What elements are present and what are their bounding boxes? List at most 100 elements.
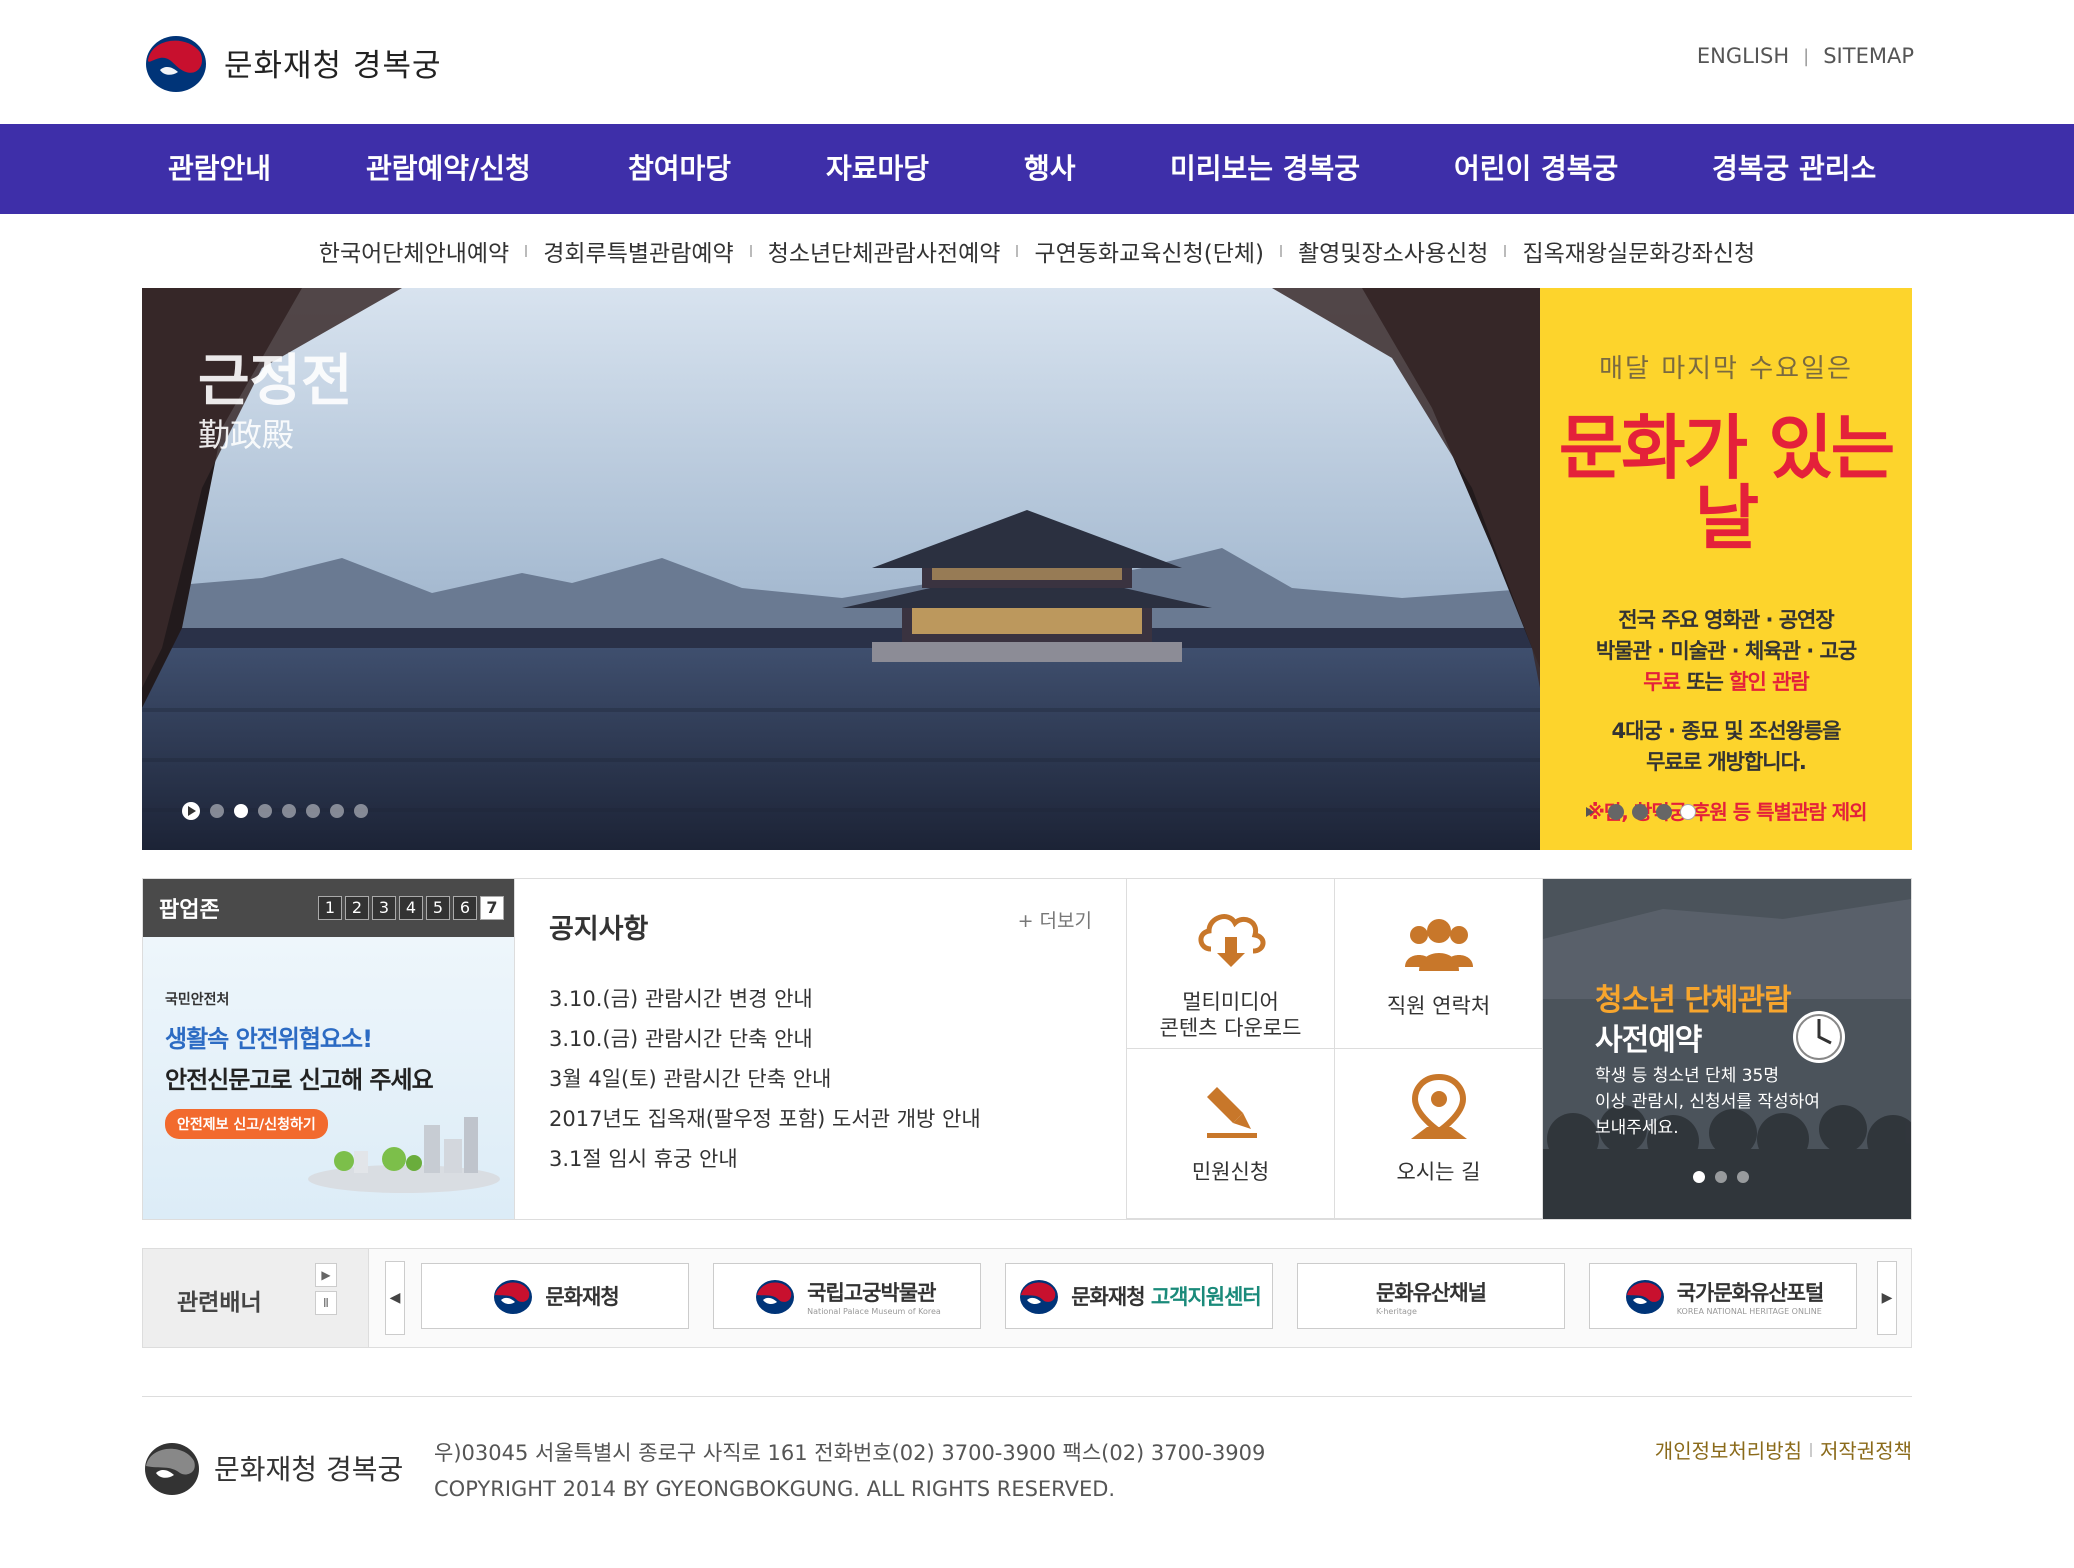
play-icon[interactable] — [1586, 807, 1594, 817]
more-link[interactable]: + 더보기 — [1018, 906, 1092, 933]
banner-free: 무료 — [1643, 670, 1681, 694]
sitemap-link[interactable]: SITEMAP — [1823, 44, 1914, 68]
banner-line: 전국 주요 영화관 · 공연장 — [1618, 608, 1834, 632]
divider — [1810, 1442, 1812, 1457]
youth-title: 청소년 단체관람 — [1595, 983, 1792, 1018]
related-banner-portal[interactable]: 국가문화유산포털 KOREA NATIONAL HERITAGE ONLINE — [1589, 1263, 1857, 1329]
english-link[interactable]: ENGLISH — [1697, 44, 1789, 68]
divider — [749, 245, 752, 257]
popup-pager: 1 2 3 4 5 6 7 — [318, 896, 504, 920]
banner-dot[interactable] — [1632, 804, 1648, 820]
gnb-item-preview[interactable]: 미리보는 경복궁 — [1170, 124, 1360, 214]
sub-navigation: 한국어단체안내예약 경회루특별관람예약 청소년단체관람사전예약 구연동화교육신청… — [0, 214, 2074, 288]
notice-item[interactable]: 3월 4일(토) 관람시간 단축 안내 — [549, 1059, 1092, 1099]
popup-page-button[interactable]: 6 — [453, 896, 477, 920]
slide-dot[interactable] — [354, 804, 368, 818]
notice-board: 공지사항 + 더보기 3.10.(금) 관람시간 변경 안내 3.10.(금) … — [515, 879, 1127, 1219]
sub-menu-item[interactable]: 한국어단체안내예약 — [319, 234, 509, 268]
multimedia-download-link[interactable]: 멀티미디어 콘텐츠 다운로드 — [1127, 879, 1335, 1049]
divider — [525, 245, 528, 257]
slide-dot-active[interactable] — [1693, 1171, 1705, 1183]
logo-text: 문화재청 경복궁 — [224, 47, 442, 84]
culture-day-banner[interactable]: 매달 마지막 수요일은 문화가 있는 날 전국 주요 영화관 · 공연장 박물관… — [1540, 288, 1912, 850]
gnb-item-guide[interactable]: 관람안내 — [168, 124, 271, 214]
sub-menu-item[interactable]: 집옥재왕실문화강좌신청 — [1488, 234, 1755, 268]
gnb-item-resources[interactable]: 자료마당 — [826, 124, 929, 214]
youth-subtitle: 사전예약 — [1595, 1023, 1702, 1058]
youth-description: 학생 등 청소년 단체 35명 이상 관람시, 신청서를 작성하여 보내주세요. — [1595, 1063, 1820, 1141]
related-banner-name: 국가문화유산포털 KOREA NATIONAL HERITAGE ONLINE — [1676, 1277, 1825, 1316]
banner-line: 무료로 개방합니다. — [1646, 750, 1807, 774]
notice-item[interactable]: 2017년도 집옥재(팔우정 포함) 도서관 개방 안내 — [549, 1099, 1092, 1139]
related-banner-sub: KOREA NATIONAL HERITAGE ONLINE — [1676, 1306, 1822, 1316]
slide-controls — [182, 802, 368, 820]
slide-dot[interactable] — [258, 804, 272, 818]
related-banner-museum[interactable]: 국립고궁박물관 National Palace Museum of Korea — [713, 1263, 981, 1329]
related-banner-name: 문화재청 — [545, 1285, 619, 1309]
popup-page-button[interactable]: 5 — [426, 896, 450, 920]
related-title: 관련배너 — [177, 1290, 262, 1316]
privacy-policy-link[interactable]: 개인정보처리방침 — [1655, 1435, 1802, 1464]
slide-dot[interactable] — [282, 804, 296, 818]
slide-dot-active[interactable] — [234, 804, 248, 818]
sub-menu-item[interactable]: 경회루특별관람예약 — [509, 234, 734, 268]
banner-dot[interactable] — [1656, 804, 1672, 820]
popup-page-button-active[interactable]: 7 — [480, 896, 504, 920]
popup-page-button[interactable]: 3 — [372, 896, 396, 920]
sub-menu-item[interactable]: 촬영및장소사용신청 — [1264, 234, 1488, 268]
slide-dot[interactable] — [306, 804, 320, 818]
banner-dot[interactable] — [1680, 804, 1696, 820]
sub-menu-label: 한국어단체안내예약 — [318, 241, 510, 267]
popup-page-button[interactable]: 2 — [345, 896, 369, 920]
banner-top-text: 매달 마지막 수요일은 — [1599, 354, 1853, 384]
gnb-item-kids[interactable]: 어린이 경복궁 — [1454, 124, 1618, 214]
sub-menu-item[interactable]: 구연동화교육신청(단체) — [1000, 234, 1264, 268]
notice-item[interactable]: 3.10.(금) 관람시간 단축 안내 — [549, 1019, 1092, 1059]
banner-headline: 문화가 있는 날 — [1558, 407, 1895, 559]
sub-menu-label: 청소년단체관람사전예약 — [767, 241, 1001, 267]
popup-page-button[interactable]: 1 — [318, 896, 342, 920]
notice-header: 공지사항 + 더보기 — [549, 879, 1092, 973]
pause-button[interactable]: Ⅱ — [315, 1291, 337, 1315]
sub-menu-item[interactable]: 청소년단체관람사전예약 — [734, 234, 1001, 268]
divider — [1016, 245, 1019, 257]
prev-arrow-button[interactable]: ◀ — [385, 1261, 405, 1335]
related-banner-label: 국립고궁박물관 — [807, 1280, 936, 1305]
gnb-item-events[interactable]: 행사 — [1024, 124, 1076, 214]
notice-item[interactable]: 3.1절 임시 휴궁 안내 — [549, 1139, 1092, 1179]
gnb-item-office[interactable]: 경복궁 관리소 — [1712, 124, 1876, 214]
city-illustration-icon — [308, 1117, 500, 1193]
related-banner-channel[interactable]: 문화유산채널 K-heritage — [1297, 1263, 1565, 1329]
sub-menu-label: 촬영및장소사용신청 — [1298, 241, 1489, 267]
staff-contact-link[interactable]: 직원 연락처 — [1335, 879, 1543, 1049]
copyright-policy-link[interactable]: 저작권정책 — [1820, 1435, 1912, 1464]
next-button[interactable]: ▶ — [315, 1263, 337, 1287]
related-banner-cha[interactable]: 문화재청 — [421, 1263, 689, 1329]
youth-reservation-banner[interactable]: 청소년 단체관람 사전예약 학생 등 청소년 단체 35명 이상 관람시, 신청… — [1543, 879, 1911, 1219]
site-logo[interactable]: 문화재청 경복궁 — [142, 30, 442, 94]
notice-item[interactable]: 3.10.(금) 관람시간 변경 안내 — [549, 979, 1092, 1019]
gnb-item-participation[interactable]: 참여마당 — [628, 124, 731, 214]
slide-dot[interactable] — [1715, 1171, 1727, 1183]
main-visual-slider[interactable]: 근정전 勤政殿 — [142, 288, 1540, 850]
gnb-item-reservation[interactable]: 관람예약/신청 — [366, 124, 531, 214]
slide-dot[interactable] — [1737, 1171, 1749, 1183]
popup-page-button[interactable]: 4 — [399, 896, 423, 920]
directions-link[interactable]: 오시는 길 — [1335, 1049, 1543, 1219]
banner-controls — [1586, 804, 1696, 820]
popup-banner[interactable]: 국민안전처 생활속 안전위협요소! 안전신문고로 신고해 주세요 안전제보 신고… — [143, 937, 514, 1219]
banner-discount: 할인 관람 — [1729, 670, 1810, 694]
civil-complaint-link[interactable]: 민원신청 — [1127, 1049, 1335, 1219]
popup-header: 팝업존 1 2 3 4 5 6 7 — [143, 879, 514, 937]
banner-dot[interactable] — [1608, 804, 1624, 820]
related-banner-support[interactable]: 문화재청 고객지원센터 — [1005, 1263, 1273, 1329]
taeguk-logo-icon — [1625, 1280, 1664, 1314]
quick-links: 멀티미디어 콘텐츠 다운로드 직원 연락처 민원신청 오시는 길 — [1127, 879, 1543, 1219]
play-icon[interactable] — [182, 802, 200, 820]
utility-links: ENGLISH | SITEMAP — [1697, 44, 1914, 68]
next-arrow-button[interactable]: ▶ — [1877, 1261, 1897, 1335]
location-pin-icon — [1410, 1073, 1467, 1139]
slide-dot[interactable] — [210, 804, 224, 818]
slide-dot[interactable] — [330, 804, 344, 818]
header: 문화재청 경복궁 ENGLISH | SITEMAP — [0, 0, 2074, 124]
